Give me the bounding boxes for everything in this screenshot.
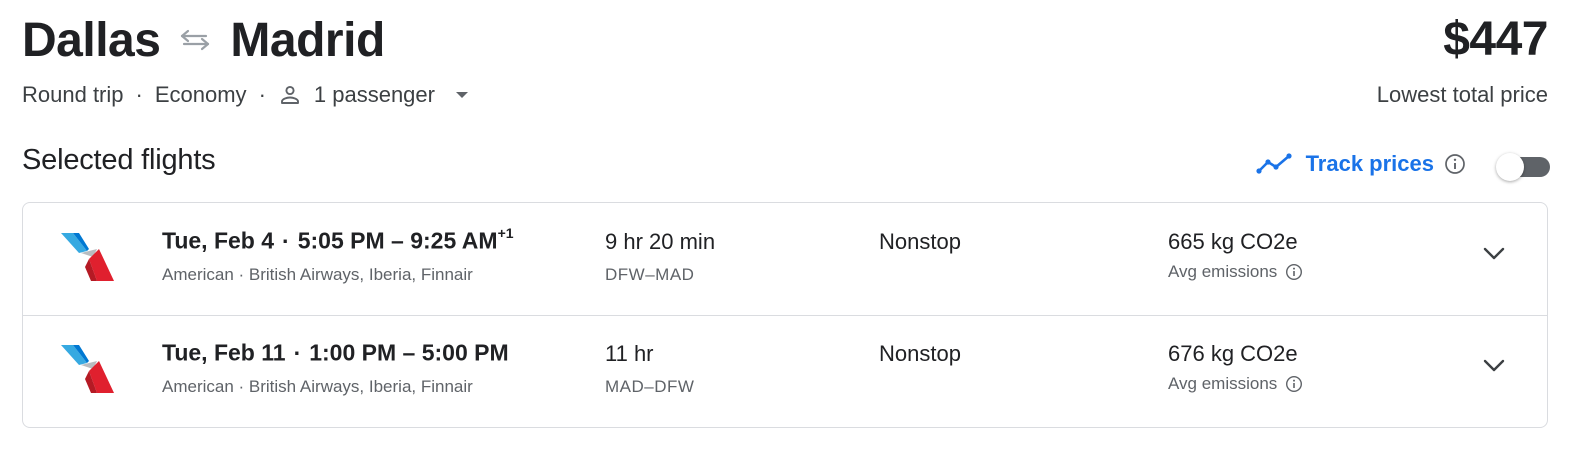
trip-options: Round trip · Economy · 1 passenger xyxy=(22,82,469,108)
cabin-class: Economy xyxy=(154,82,247,107)
info-icon[interactable] xyxy=(1444,153,1466,175)
track-prices-toggle[interactable] xyxy=(1496,153,1550,181)
flight-stops: Nonstop xyxy=(879,341,961,366)
flight-carriers: American · British Airways, Iberia, Finn… xyxy=(162,265,473,284)
passenger-count: 1 passenger xyxy=(313,82,435,107)
toggle-knob xyxy=(1496,153,1524,181)
trip-header: Dallas Madrid $447 Round trip · Economy … xyxy=(22,10,1548,120)
trip-type: Round trip xyxy=(22,82,124,107)
flight-emissions: 676 kg CO2e xyxy=(1168,341,1298,366)
total-price: $447 xyxy=(1443,13,1548,66)
flight-date: Tue, Feb 4 xyxy=(162,227,275,254)
price-label: Lowest total price xyxy=(1376,82,1548,107)
separator-dot: · xyxy=(282,227,290,254)
chevron-down-icon[interactable] xyxy=(1483,247,1505,261)
flight-row-outbound[interactable]: Tue, Feb 4 · 5:05 PM – 9:25 AM+1 American … xyxy=(23,203,1547,316)
american-airlines-logo xyxy=(61,345,114,393)
day-offset: +1 xyxy=(497,225,514,241)
emissions-label-text: Avg emissions xyxy=(1168,262,1278,281)
selected-flights-list: Tue, Feb 4 · 5:05 PM – 9:25 AM+1 American … xyxy=(22,202,1548,428)
american-airlines-logo xyxy=(61,233,114,281)
selected-flights-heading: Selected flights xyxy=(22,144,216,176)
emissions-label-text: Avg emissions xyxy=(1168,374,1278,393)
track-prices-control: Track prices xyxy=(1255,146,1550,182)
separator-dot: · xyxy=(293,339,302,366)
flight-airports: MAD–DFW xyxy=(605,377,695,396)
flight-time-range: 1:00 PM – 5:00 PM xyxy=(309,339,509,366)
flight-times: Tue, Feb 11 · 1:00 PM – 5:00 PM xyxy=(162,339,509,367)
flight-duration: 9 hr 20 min xyxy=(605,229,716,254)
flight-row-return[interactable]: Tue, Feb 11 · 1:00 PM – 5:00 PM American ·… xyxy=(23,315,1547,427)
emissions-label: Avg emissions xyxy=(1168,374,1303,394)
chevron-down-icon[interactable] xyxy=(1483,359,1505,373)
person-icon xyxy=(280,85,299,104)
flight-date: Tue, Feb 11 xyxy=(162,339,286,366)
info-icon[interactable] xyxy=(1285,263,1303,281)
emissions-label: Avg emissions xyxy=(1168,262,1303,282)
flight-carriers: American · British Airways, Iberia, Finn… xyxy=(162,377,473,396)
swap-arrows-icon xyxy=(181,29,210,51)
dropdown-triangle-icon xyxy=(455,92,468,98)
destination-city: Madrid xyxy=(230,13,385,67)
route-title: Dallas Madrid xyxy=(22,10,385,70)
track-prices-link[interactable]: Track prices xyxy=(1306,151,1434,177)
flight-time-range: 5:05 PM – 9:25 AM xyxy=(297,227,498,254)
trend-line-icon xyxy=(1255,153,1292,174)
flight-duration: 11 hr xyxy=(605,341,654,366)
flight-stops: Nonstop xyxy=(879,229,961,254)
flight-times: Tue, Feb 4 · 5:05 PM – 9:25 AM+1 xyxy=(162,225,514,255)
passenger-selector[interactable]: 1 passenger xyxy=(278,82,469,108)
origin-city: Dallas xyxy=(22,13,161,67)
separator-dot: · xyxy=(258,82,266,107)
flight-emissions: 665 kg CO2e xyxy=(1168,229,1298,254)
separator-dot: · xyxy=(135,82,143,107)
info-icon[interactable] xyxy=(1285,375,1303,393)
flight-airports: DFW–MAD xyxy=(605,265,695,284)
